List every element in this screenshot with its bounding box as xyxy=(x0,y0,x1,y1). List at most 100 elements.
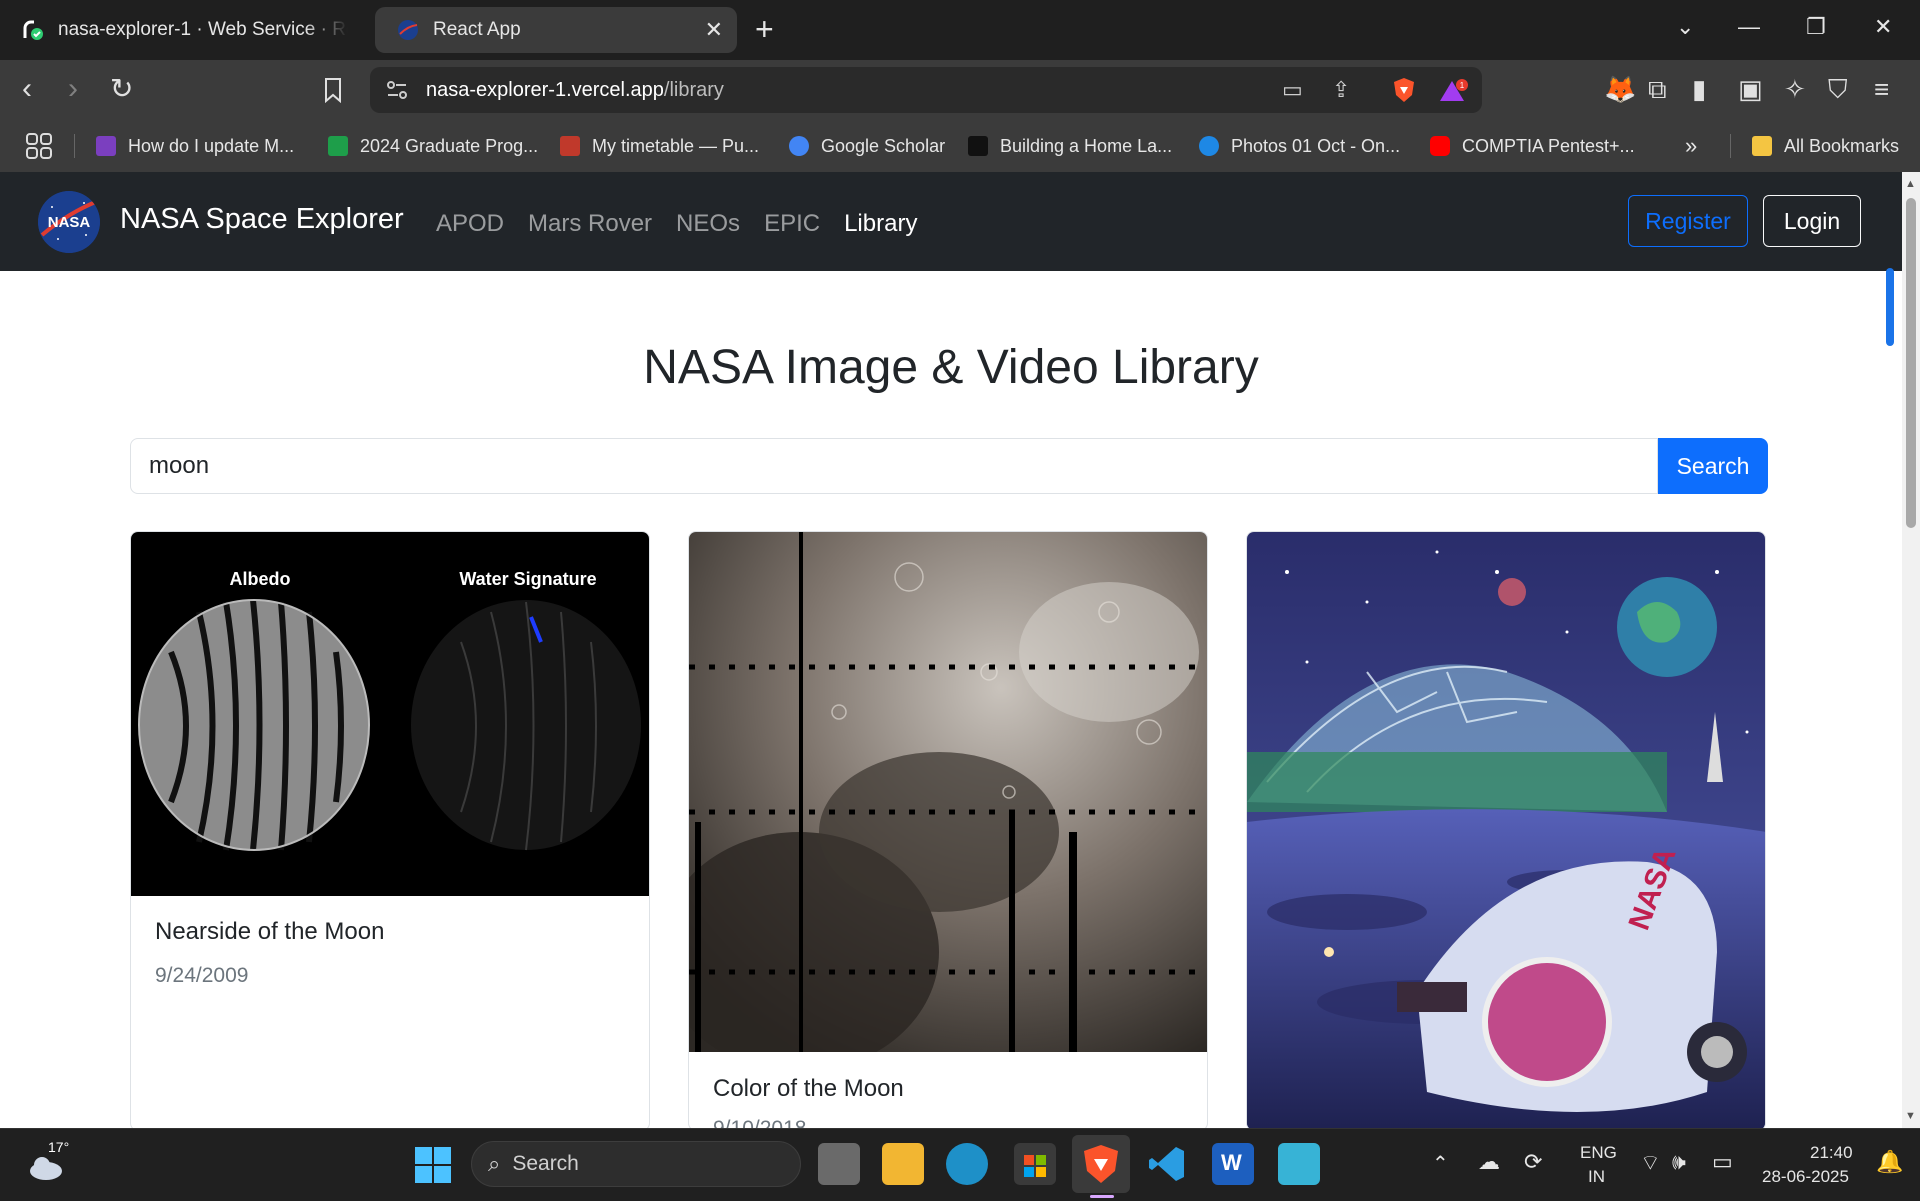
language-line-1[interactable]: ENG xyxy=(1580,1143,1617,1163)
tab-render-service[interactable]: nasa-explorer-1 · Web Service · Render xyxy=(0,7,360,53)
word-icon[interactable]: W xyxy=(1212,1143,1254,1185)
bookmark-item[interactable]: 2024 Graduate Prog... xyxy=(328,132,538,160)
show-hidden-icons-chevron-icon[interactable]: ⌃ xyxy=(1432,1151,1449,1176)
card-date: 9/24/2009 xyxy=(155,964,249,987)
lunar-base-illustration-image: NASA xyxy=(1247,532,1765,1130)
brave-shields-icon[interactable] xyxy=(1392,77,1416,103)
bookmark-item[interactable]: How do I update M... xyxy=(96,132,294,160)
windows-start-icon[interactable] xyxy=(415,1147,451,1183)
address-bar[interactable]: nasa-explorer-1.vercel.app/library ▭ ⇪ 1 xyxy=(370,67,1482,113)
scrollbar-thumb[interactable] xyxy=(1906,198,1916,528)
brave-browser-icon[interactable] xyxy=(1080,1143,1122,1185)
register-button[interactable]: Register xyxy=(1628,195,1748,247)
battery-icon[interactable]: ▭ xyxy=(1712,1149,1733,1175)
nasa-logo[interactable]: NASA xyxy=(38,191,100,253)
site-brand[interactable]: NASA Space Explorer xyxy=(120,203,404,236)
language-line-2[interactable]: IN xyxy=(1588,1167,1605,1187)
bookmark-item[interactable]: Google Scholar xyxy=(789,132,945,160)
edge-icon[interactable] xyxy=(946,1143,988,1185)
apps-grid-icon[interactable] xyxy=(26,133,52,159)
bookmark-item[interactable]: COMPTIA Pentest+... xyxy=(1430,132,1635,160)
login-button[interactable]: Login xyxy=(1763,195,1861,247)
back-icon[interactable]: ‹ xyxy=(22,73,32,105)
vpn-shield-icon[interactable]: ⛉ xyxy=(1828,75,1848,103)
tab-search-chevron-icon[interactable]: ⌄ xyxy=(1676,14,1694,40)
scroll-position-indicator xyxy=(1886,268,1894,346)
tab-react-app[interactable]: React App ✕ xyxy=(375,7,737,53)
metamask-fox-icon[interactable]: 🦊 xyxy=(1604,75,1636,103)
brave-rewards-icon[interactable]: 1 xyxy=(1440,79,1468,103)
bookmark-icon[interactable] xyxy=(322,77,344,103)
onedrive-icon[interactable]: ☁ xyxy=(1478,1149,1500,1175)
onedrive-cloud-icon xyxy=(1199,136,1219,156)
forward-icon[interactable]: › xyxy=(68,73,78,105)
notepad-icon[interactable] xyxy=(1278,1143,1320,1185)
result-card[interactable]: Albedo Water Signature Nearside of the M… xyxy=(130,531,650,1131)
restore-icon[interactable]: ❐ xyxy=(1806,14,1826,40)
scholar-icon xyxy=(789,136,809,156)
notification-bell-icon[interactable]: 🔔 xyxy=(1876,1149,1903,1175)
render-favicon xyxy=(23,20,43,40)
wallet-icon[interactable]: ▣ xyxy=(1738,75,1763,103)
active-indicator xyxy=(1090,1195,1114,1198)
divider xyxy=(74,134,75,158)
tab-title: React App xyxy=(433,19,521,40)
sync-icon[interactable]: ⟳ xyxy=(1524,1149,1542,1175)
minimize-icon[interactable]: — xyxy=(1738,14,1760,40)
bookmark-favicon-icon xyxy=(96,136,116,156)
extensions-puzzle-icon[interactable]: ⧉ xyxy=(1648,75,1667,103)
new-tab-button[interactable]: + xyxy=(755,12,774,46)
youtube-icon xyxy=(1430,136,1450,156)
site-navbar: NASA NASA Space Explorer APOD Mars Rover… xyxy=(0,172,1902,271)
task-view-icon[interactable] xyxy=(818,1143,860,1185)
bookmark-favicon-icon xyxy=(328,136,348,156)
nav-link-neos[interactable]: NEOs xyxy=(676,210,740,238)
result-card[interactable]: Color of the Moon 9/10/2018 xyxy=(688,531,1208,1131)
scroll-up-arrow-icon[interactable]: ▲ xyxy=(1905,178,1916,190)
page-title: NASA Image & Video Library xyxy=(643,341,1259,394)
bookmark-item[interactable]: My timetable — Pu... xyxy=(560,132,759,160)
windows-taskbar: 17° ⌕ Search W ⌃ ☁ ⟳ ENG IN ⌔ 🕪 ▭ 21:40 … xyxy=(0,1128,1920,1201)
bookmark-item[interactable]: Photos 01 Oct - On... xyxy=(1199,132,1400,160)
result-card[interactable]: NASA xyxy=(1246,531,1766,1131)
file-explorer-icon[interactable] xyxy=(882,1143,924,1185)
search-input[interactable] xyxy=(130,438,1658,494)
clock-time[interactable]: 21:40 xyxy=(1810,1143,1853,1163)
reload-icon[interactable]: ↻ xyxy=(110,73,133,105)
close-window-icon[interactable]: ✕ xyxy=(1874,14,1892,40)
tab-title: nasa-explorer-1 · Web Service · Render xyxy=(58,19,348,40)
share-icon[interactable]: ⇪ xyxy=(1332,77,1350,103)
more-bookmarks-chevron-icon[interactable]: » xyxy=(1685,132,1697,160)
vscode-icon[interactable] xyxy=(1146,1143,1188,1185)
wifi-icon[interactable]: ⌔ xyxy=(1640,1149,1661,1177)
sidebar-icon[interactable]: ▮ xyxy=(1692,75,1706,103)
search-icon: ⌕ xyxy=(488,1151,501,1176)
taskbar-search-label: Search xyxy=(512,1152,579,1175)
bookmark-item[interactable]: Building a Home La... xyxy=(968,132,1172,160)
volume-icon[interactable]: 🕪 xyxy=(1672,1149,1686,1175)
all-bookmarks-folder[interactable]: All Bookmarks xyxy=(1752,132,1899,160)
nav-link-epic[interactable]: EPIC xyxy=(764,210,820,238)
menu-icon[interactable]: ≡ xyxy=(1874,75,1889,103)
close-tab-icon[interactable]: ✕ xyxy=(705,17,723,43)
scroll-down-arrow-icon[interactable]: ▼ xyxy=(1905,1110,1916,1122)
nav-link-mars-rover[interactable]: Mars Rover xyxy=(528,210,652,238)
svg-text:1: 1 xyxy=(1460,81,1465,90)
cast-icon[interactable]: ▭ xyxy=(1282,77,1303,103)
site-settings-icon[interactable] xyxy=(386,80,408,100)
microsoft-store-icon[interactable] xyxy=(1014,1143,1056,1185)
moon-color-mosaic-image xyxy=(689,532,1207,1052)
bookmarks-bar: How do I update M... 2024 Graduate Prog.… xyxy=(0,120,1920,173)
nav-links: APOD Mars Rover NEOs EPIC Library xyxy=(436,210,917,238)
clock-date[interactable]: 28-06-2025 xyxy=(1762,1167,1849,1187)
svg-text:Water Signature: Water Signature xyxy=(459,569,596,589)
moon-albedo-water-image: Albedo Water Signature xyxy=(131,532,649,896)
nav-link-library[interactable]: Library xyxy=(844,210,917,238)
search-button[interactable]: Search xyxy=(1658,438,1768,494)
svg-text:NASA: NASA xyxy=(48,214,91,231)
taskbar-search[interactable]: ⌕ Search xyxy=(471,1141,801,1187)
nav-link-apod[interactable]: APOD xyxy=(436,210,504,238)
weather-widget[interactable]: 17° xyxy=(26,1139,69,1185)
page-scrollbar[interactable]: ▲ ▼ xyxy=(1902,172,1920,1128)
leo-ai-icon[interactable]: ✧ xyxy=(1784,75,1806,103)
